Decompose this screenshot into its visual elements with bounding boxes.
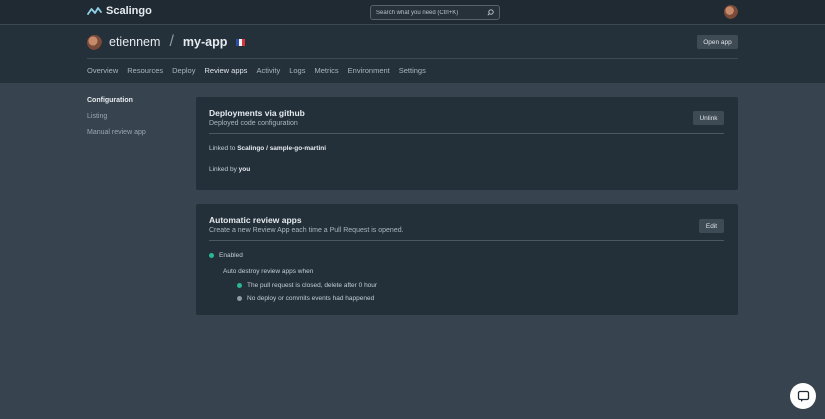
breadcrumb-separator: /	[169, 33, 174, 50]
linked-by-line: Linked by you	[209, 166, 250, 173]
tab-logs[interactable]: Logs	[289, 66, 305, 75]
review-card-subtitle: Create a new Review App each time a Pull…	[209, 227, 404, 234]
tab-activity[interactable]: Activity	[256, 66, 280, 75]
destroy-rule-no-events-label: No deploy or commits events had happened	[247, 295, 375, 302]
github-card-title: Deployments via github	[209, 108, 305, 118]
sidebar-item-listing[interactable]: Listing	[87, 113, 146, 121]
enabled-status-label: Enabled	[219, 252, 243, 259]
brand-name: Scalingo	[106, 5, 152, 17]
linked-repo-line: Linked to Scalingo / sample-go-martini	[209, 145, 326, 152]
review-apps-sidebar: Configuration Listing Manual review app	[87, 97, 146, 137]
enabled-status: Enabled	[209, 252, 243, 259]
owner-avatar	[87, 34, 102, 50]
brand-logo[interactable]: Scalingo	[87, 5, 152, 17]
auto-destroy-label: Auto destroy review apps when	[223, 268, 314, 275]
app-breadcrumb: etiennem / my-app	[87, 33, 246, 51]
support-chat-button[interactable]	[790, 383, 816, 409]
user-avatar[interactable]	[724, 5, 738, 19]
app-name[interactable]: my-app	[183, 35, 227, 49]
enabled-status-dot-icon	[209, 252, 214, 258]
rule-active-dot-icon	[237, 282, 242, 288]
owner-name[interactable]: etiennem	[109, 35, 160, 49]
linked-repo-name: Scalingo / sample-go-martini	[237, 145, 327, 152]
tab-overview[interactable]: Overview	[87, 66, 118, 75]
destroy-rule-no-events: No deploy or commits events had happened	[237, 295, 374, 302]
tab-metrics[interactable]: Metrics	[314, 66, 338, 75]
tab-resources[interactable]: Resources	[127, 66, 163, 75]
edit-button[interactable]: Edit	[699, 219, 724, 233]
open-app-button[interactable]: Open app	[697, 35, 738, 49]
scalingo-logo-icon	[87, 7, 102, 15]
rule-inactive-dot-icon	[237, 295, 242, 301]
search-icon[interactable]	[487, 9, 494, 16]
github-deployments-card: Deployments via github Deployed code con…	[196, 97, 738, 190]
linked-by-user: you	[238, 166, 251, 173]
top-bar: Scalingo	[0, 0, 825, 25]
review-card-divider	[209, 240, 724, 241]
tab-environment[interactable]: Environment	[348, 66, 390, 75]
destroy-rule-closed-pr-label: The pull request is closed, delete after…	[247, 282, 378, 289]
tab-settings[interactable]: Settings	[399, 66, 426, 75]
sidebar-item-configuration[interactable]: Configuration	[87, 97, 146, 105]
automatic-review-apps-card: Automatic review apps Create a new Revie…	[196, 204, 738, 315]
flag-stripe-red	[242, 38, 246, 46]
tab-deploy[interactable]: Deploy	[172, 66, 195, 75]
destroy-rule-closed-pr: The pull request is closed, delete after…	[237, 282, 377, 289]
search-box[interactable]	[370, 5, 500, 20]
header-divider	[87, 58, 738, 59]
github-card-divider	[209, 133, 724, 134]
region-flag-icon	[236, 38, 246, 46]
app-nav: Overview Resources Deploy Review apps Ac…	[87, 66, 426, 75]
linked-by-label: Linked by	[209, 166, 239, 173]
linked-to-label: Linked to	[209, 145, 238, 152]
review-card-title: Automatic review apps	[209, 215, 302, 225]
github-card-subtitle: Deployed code configuration	[209, 120, 298, 127]
unlink-button[interactable]: Unlink	[693, 111, 724, 125]
sidebar-item-manual-review-app[interactable]: Manual review app	[87, 129, 146, 137]
chat-bubble-icon	[797, 390, 809, 402]
search-input[interactable]	[376, 9, 484, 16]
tab-review-apps[interactable]: Review apps	[204, 66, 247, 75]
